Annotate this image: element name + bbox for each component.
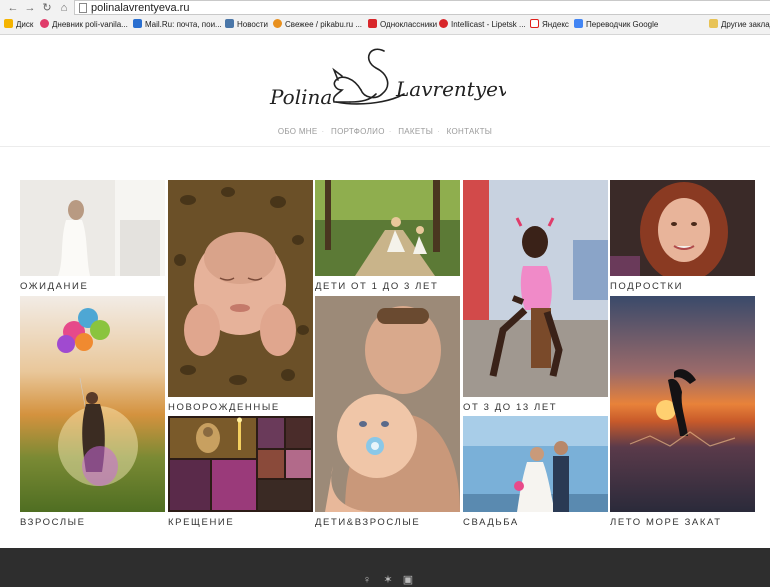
browser-toolbar: ← → ↻ ⌂ polinalavrentyeva.ru [0,0,770,16]
browser-chrome: ← → ↻ ⌂ polinalavrentyeva.ru Диск Дневни… [0,0,770,35]
reload-icon[interactable]: ↻ [40,1,54,15]
bookmark-mailru[interactable]: Mail.Ru: почта, пои... [133,18,222,31]
address-bar[interactable]: polinalavrentyeva.ru [74,0,770,15]
bookmark-other[interactable]: Другие заклад [709,18,770,31]
logo-first-name: Polina [269,85,332,109]
pikabu-icon [273,19,282,28]
squirrel-icon [332,48,405,105]
category-label[interactable]: ДЕТИ&ВЗРОСЛЫЕ [315,517,420,528]
footer: ♀ ✶ ▣ [0,548,770,587]
photo-leto-more-zakat[interactable] [610,296,755,512]
drive-icon [4,19,13,28]
category-label[interactable]: СВАДЬБА [463,517,519,528]
home-icon[interactable]: ⌂ [57,1,71,15]
photo-deti-vzroslye[interactable] [315,296,460,512]
page-icon [79,3,87,13]
category-label[interactable]: НОВОРОЖДЕННЫЕ [168,402,280,413]
back-icon[interactable]: ← [6,1,20,15]
nav-separator: · [321,127,325,136]
site-logo[interactable]: Polina Lavrentyeva [266,46,521,114]
photo-podrostki[interactable] [610,180,755,276]
logo-last-name: Lavrentyeva [395,77,506,101]
category-label[interactable]: ПОДРОСТКИ [610,281,683,292]
category-label[interactable]: ОТ 3 ДО 13 ЛЕТ [463,402,557,413]
url-text: polinalavrentyeva.ru [91,2,190,14]
photo-ozhidanie[interactable] [20,180,165,276]
google-translate-icon [574,19,583,28]
bookmarks-bar: Диск Дневник poli-vanila... Mail.Ru: поч… [0,16,770,33]
bookmark-odnoklassniki[interactable]: Одноклассники [368,18,437,31]
category-label[interactable]: ЛЕТО МОРЕ ЗАКАТ [610,517,722,528]
photo-kreshchenie[interactable] [168,416,313,512]
intellicast-icon [439,19,448,28]
bookmark-google-translate[interactable]: Переводчик Google [574,18,658,31]
bookmark-pikabu[interactable]: Свежее / pikabu.ru ... [273,18,362,31]
nav-separator: · [437,127,441,136]
bookmark-vk-news[interactable]: Новости [225,18,268,31]
photo-vzroslye[interactable] [20,296,165,512]
folder-icon [709,19,718,28]
nav-item-contacts[interactable]: КОНТАКТЫ [447,127,493,136]
mailru-icon [133,19,142,28]
vk-bookmark-icon [225,19,234,28]
category-label[interactable]: КРЕЩЕНИЕ [168,517,234,528]
yandex-icon [530,19,539,28]
vk-icon[interactable]: ✶ [382,574,394,586]
person-icon[interactable]: ♀ [361,574,373,586]
category-label[interactable]: ВЗРОСЛЫЕ [20,517,86,528]
bookmark-intellicast[interactable]: Intellicast - Lipetsk ... [439,18,526,31]
main-navigation: ОБО МНЕ · ПОРТФОЛИО · ПАКЕТЫ · КОНТАКТЫ [0,127,770,139]
bookmark-disk[interactable]: Диск [4,18,33,31]
instagram-icon[interactable]: ▣ [402,574,414,586]
photo-svadba[interactable] [463,416,608,512]
photo-deti-1-3[interactable] [315,180,460,276]
nav-item-packages[interactable]: ПАКЕТЫ [398,127,433,136]
category-label[interactable]: ДЕТИ ОТ 1 ДО 3 ЛЕТ [315,281,438,292]
forward-icon[interactable]: → [23,1,37,15]
bookmark-diary[interactable]: Дневник poli-vanila... [40,18,128,31]
photo-ot-3-13[interactable] [463,180,608,397]
nav-item-about[interactable]: ОБО МНЕ [278,127,318,136]
diary-icon [40,19,49,28]
nav-separator: · [388,127,392,136]
photo-novorozhdennye[interactable] [168,180,313,397]
nav-item-portfolio[interactable]: ПОРТФОЛИО [331,127,385,136]
category-label[interactable]: ОЖИДАНИЕ [20,281,88,292]
header-divider [0,146,770,147]
bookmark-yandex[interactable]: Яндекс [530,18,569,31]
youtube-icon [368,19,377,28]
